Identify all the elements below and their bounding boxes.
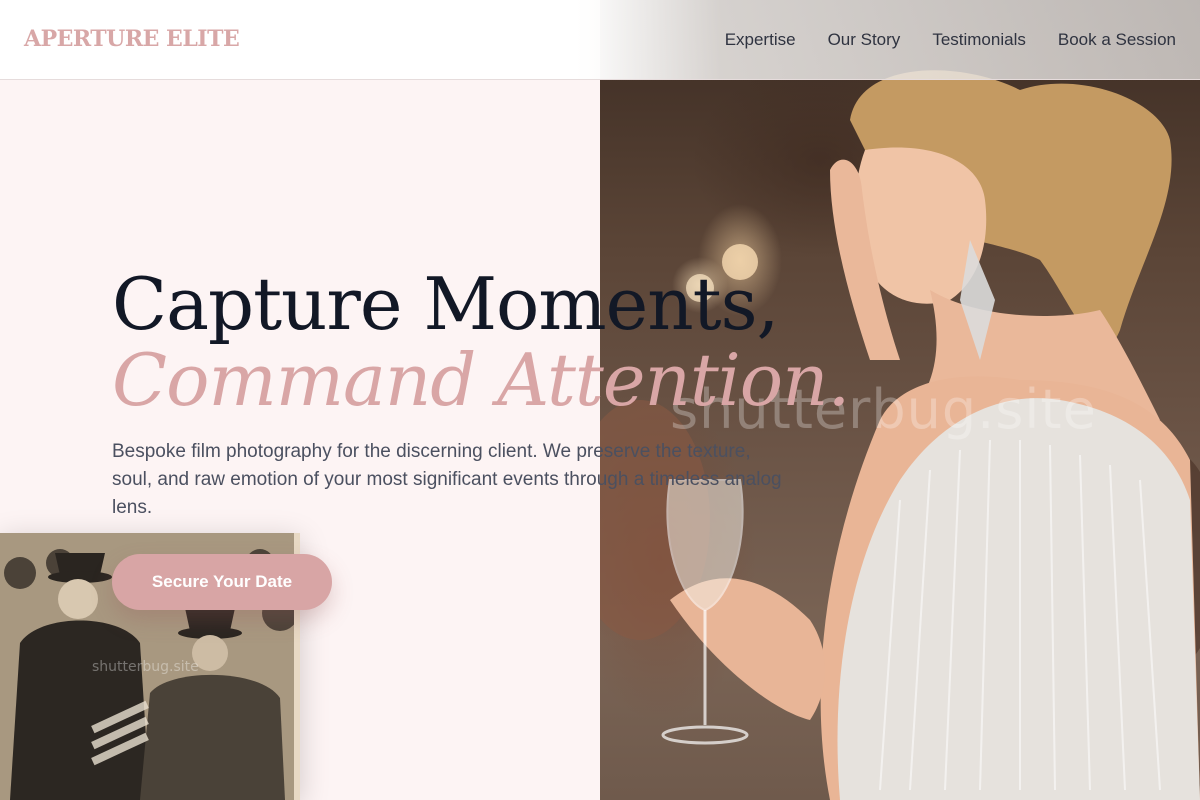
main-nav: Expertise Our Story Testimonials Book a … xyxy=(725,30,1176,50)
nav-item-expertise[interactable]: Expertise xyxy=(725,30,796,50)
vintage-watermark: shutterbug.site xyxy=(92,659,199,675)
site-header: APERTURE ELITE Expertise Our Story Testi… xyxy=(0,0,1200,80)
secure-your-date-button[interactable]: Secure Your Date xyxy=(112,554,332,610)
nav-item-testimonials[interactable]: Testimonials xyxy=(932,30,1026,50)
hero-headline: Capture Moments, xyxy=(112,262,779,346)
hero-headline-accent: Command Attention. xyxy=(112,338,850,422)
nav-item-book-a-session[interactable]: Book a Session xyxy=(1058,30,1176,50)
hero-subcopy: Bespoke film photography for the discern… xyxy=(112,441,782,518)
brand-logo[interactable]: APERTURE ELITE xyxy=(24,26,240,52)
nav-item-our-story[interactable]: Our Story xyxy=(828,30,901,50)
